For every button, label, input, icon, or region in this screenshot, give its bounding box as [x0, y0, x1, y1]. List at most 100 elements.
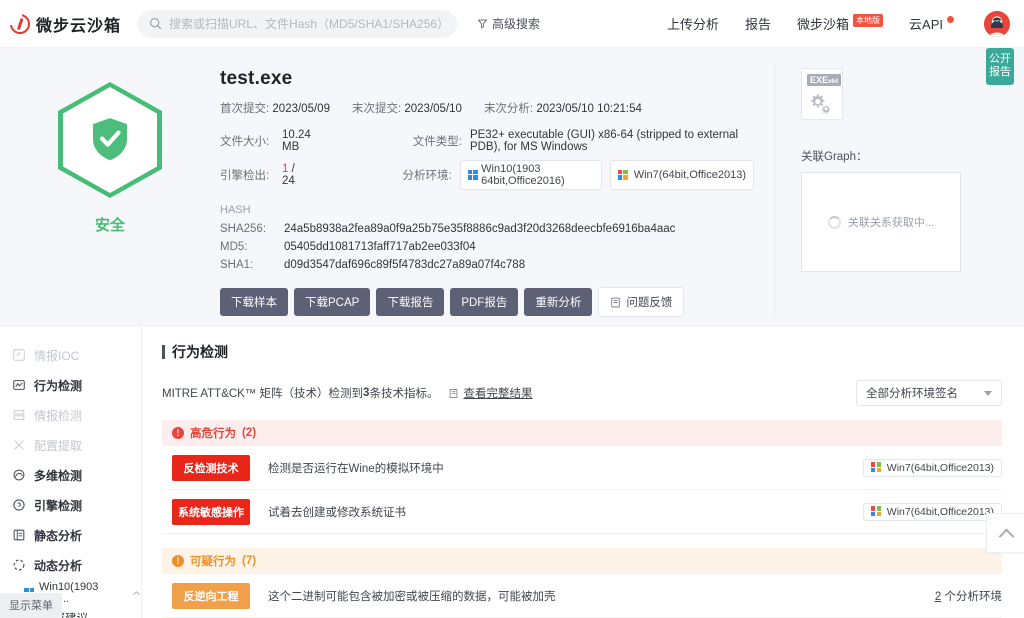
windows7-icon: [871, 462, 882, 473]
group-count: (7): [242, 555, 256, 567]
env-tag-win7[interactable]: Win7(64bit,Office2013): [610, 160, 754, 190]
hash-row-sha256: SHA256: 24a5b8938a2fea89a0f9a25b75e35f88…: [220, 223, 754, 235]
gear-icon: [807, 91, 833, 118]
sidebar-item-label: 行为检测: [34, 377, 82, 394]
logo-s-icon: [10, 14, 30, 34]
meta-last-analysis: 末次分析: 2023/05/10 10:21:54: [484, 100, 642, 116]
analysis-env-tags: Win10(1903 64bit,Office2016) Win7(64bit,…: [460, 160, 754, 190]
hash-key: MD5:: [220, 241, 284, 253]
table-row: 系统敏感操作 试着去创建或修改系统证书 Win7(64bit,Office201…: [162, 490, 1002, 534]
download-pcap-button[interactable]: 下载PCAP: [294, 288, 370, 316]
windows10-icon: [468, 170, 476, 181]
section-title-label: 行为检测: [172, 342, 228, 362]
group-count: (2): [242, 427, 256, 439]
sidebar-item-ioc[interactable]: 情报IOC: [12, 340, 141, 370]
download-report-button[interactable]: 下载报告: [376, 288, 444, 316]
reanalyze-button[interactable]: 重新分析: [524, 288, 592, 316]
env-tag-win10[interactable]: Win10(1903 64bit,Office2016): [460, 160, 602, 190]
nav-item-reports[interactable]: 报告: [745, 14, 771, 33]
hash-key: SHA256:: [220, 223, 284, 235]
group-title: 高危行为: [190, 425, 236, 441]
public-report-line2: 报告: [988, 66, 1012, 79]
behavior-tag[interactable]: 系统敏感操作: [172, 499, 250, 525]
chevron-up-icon: [998, 528, 1014, 544]
search-input[interactable]: [169, 17, 445, 31]
show-menu-tooltip[interactable]: 显示菜单: [0, 593, 62, 618]
sidebar-item-static-analysis[interactable]: 静态分析: [12, 520, 141, 550]
file-type-value: PE32+ executable (GUI) x86-64 (stripped …: [470, 129, 754, 153]
env-pill[interactable]: Win7(64bit,Office2013): [863, 503, 1002, 521]
sidebar-item-multi-detect[interactable]: 多维检测: [12, 460, 141, 490]
search-box[interactable]: [137, 10, 457, 38]
behavior-right: Win7(64bit,Office2013): [863, 459, 1002, 477]
env-signature-select[interactable]: 全部分析环境签名: [856, 380, 1002, 406]
behavior-tag[interactable]: 反检测技术: [172, 455, 250, 481]
nav-label: 云API: [909, 14, 943, 33]
hash-value[interactable]: 05405dd1081713faff717ab2ee033f04: [284, 241, 476, 253]
group-header-suspicious: ! 可疑行为 (7): [162, 548, 1002, 574]
hash-value[interactable]: d09d3547daf696c89f5f4783dc27a89a07f4c788: [284, 259, 525, 271]
env-count-label: 个分析环境: [941, 591, 1002, 603]
engine-detect-row: 引擎检出: 1 / 24 分析环境: Win10(1903 64bit,Offi…: [220, 160, 754, 190]
env-pill[interactable]: Win7(64bit,Office2013): [863, 459, 1002, 477]
advanced-search-label: 高级搜索: [492, 15, 540, 32]
file-properties: 文件大小: 10.24 MB 文件类型: PE32+ executable (G…: [220, 129, 754, 190]
nav-label: 微步沙箱: [797, 14, 849, 33]
summary-panel: 安全 test.exe 首次提交: 2023/05/09 末次提交: 2023/…: [0, 48, 1024, 325]
view-full-results-link[interactable]: 查看完整结果: [448, 385, 532, 401]
file-meta-row: 首次提交: 2023/05/09 末次提交: 2023/05/10 末次分析: …: [220, 100, 754, 116]
advanced-search-button[interactable]: 高级搜索: [477, 15, 540, 32]
behavior-description: 这个二进制可能包含被加密或被压缩的数据，可能被加壳: [268, 588, 935, 604]
public-report-tab[interactable]: 公开 报告: [986, 48, 1014, 85]
env-count-link[interactable]: 2 个分析环境: [935, 588, 1002, 604]
download-sample-button[interactable]: 下载样本: [220, 288, 288, 316]
public-report-line1: 公开: [988, 53, 1012, 66]
section-title: 行为检测: [162, 342, 1002, 362]
avatar[interactable]: [984, 11, 1010, 37]
file-size-row: 文件大小: 10.24 MB 文件类型: PE32+ executable (G…: [220, 129, 754, 153]
verdict-label: 安全: [95, 214, 125, 235]
hash-value[interactable]: 24a5b8938a2fea89a0f9a25b75e35f8886c9ad3f…: [284, 223, 675, 235]
feedback-button[interactable]: 问题反馈: [598, 287, 684, 317]
windows7-icon: [618, 170, 629, 181]
chevron-up-icon[interactable]: [132, 589, 141, 598]
nav-label: 报告: [745, 14, 771, 33]
main-nav: 上传分析 报告 微步沙箱 本地版 云API: [667, 11, 1010, 37]
analysis-env-label: 分析环境:: [398, 167, 460, 183]
sidebar-item-dynamic-analysis[interactable]: 动态分析: [12, 550, 141, 580]
windows7-icon: [871, 506, 882, 517]
view-full-results-label: 查看完整结果: [463, 385, 532, 401]
behavior-right: 2 个分析环境: [935, 588, 1002, 604]
mitre-prefix: MITRE ATT&CK™ 矩阵（技术）检测到: [162, 385, 363, 401]
mitre-suffix: 条技术指标。: [369, 385, 438, 401]
sidebar-item-behavior[interactable]: 行为检测: [12, 370, 141, 400]
sidebar-item-intel[interactable]: 情报检测: [12, 400, 141, 430]
group-header-high-risk: ! 高危行为 (2): [162, 420, 1002, 446]
document-icon: [448, 388, 459, 399]
pdf-report-button[interactable]: PDF报告: [450, 288, 518, 316]
brand-logo[interactable]: 微步云沙箱: [10, 12, 121, 36]
exe-badge: EXEx64: [807, 74, 841, 86]
meta-first-submit: 首次提交: 2023/05/09: [220, 100, 330, 116]
sidebar-item-label: 配置提取: [34, 437, 82, 454]
behavior-right: Win7(64bit,Office2013): [863, 503, 1002, 521]
sidebar-item-engine-detect[interactable]: 引擎检测: [12, 490, 141, 520]
nav-item-upload[interactable]: 上传分析: [667, 14, 719, 33]
meta-value: 2023/05/10: [404, 103, 462, 115]
warning-icon: !: [172, 427, 184, 439]
report-sidebar: 情报IOC 行为检测 情报检测 配置提取 多维检测: [0, 326, 142, 618]
meta-key: 末次提交:: [352, 103, 401, 115]
scroll-to-top-button[interactable]: [986, 513, 1024, 553]
nav-item-sandbox[interactable]: 微步沙箱 本地版: [797, 14, 883, 33]
behavior-tag[interactable]: 反逆向工程: [172, 583, 250, 609]
filter-icon: [477, 18, 488, 29]
feedback-icon: [610, 297, 621, 308]
graph-title: 关联Graph：: [801, 148, 1024, 164]
group-title: 可疑行为: [190, 553, 236, 569]
file-size-label: 文件大小:: [220, 133, 282, 149]
nav-item-cloud-api[interactable]: 云API: [909, 14, 954, 33]
engine-detect-label: 引擎检出:: [220, 167, 282, 183]
sidebar-item-config-extract[interactable]: 配置提取: [12, 430, 141, 460]
sidebar-item-label: 静态分析: [34, 527, 82, 544]
hash-block: HASH SHA256: 24a5b8938a2fea89a0f9a25b75e…: [220, 204, 754, 271]
